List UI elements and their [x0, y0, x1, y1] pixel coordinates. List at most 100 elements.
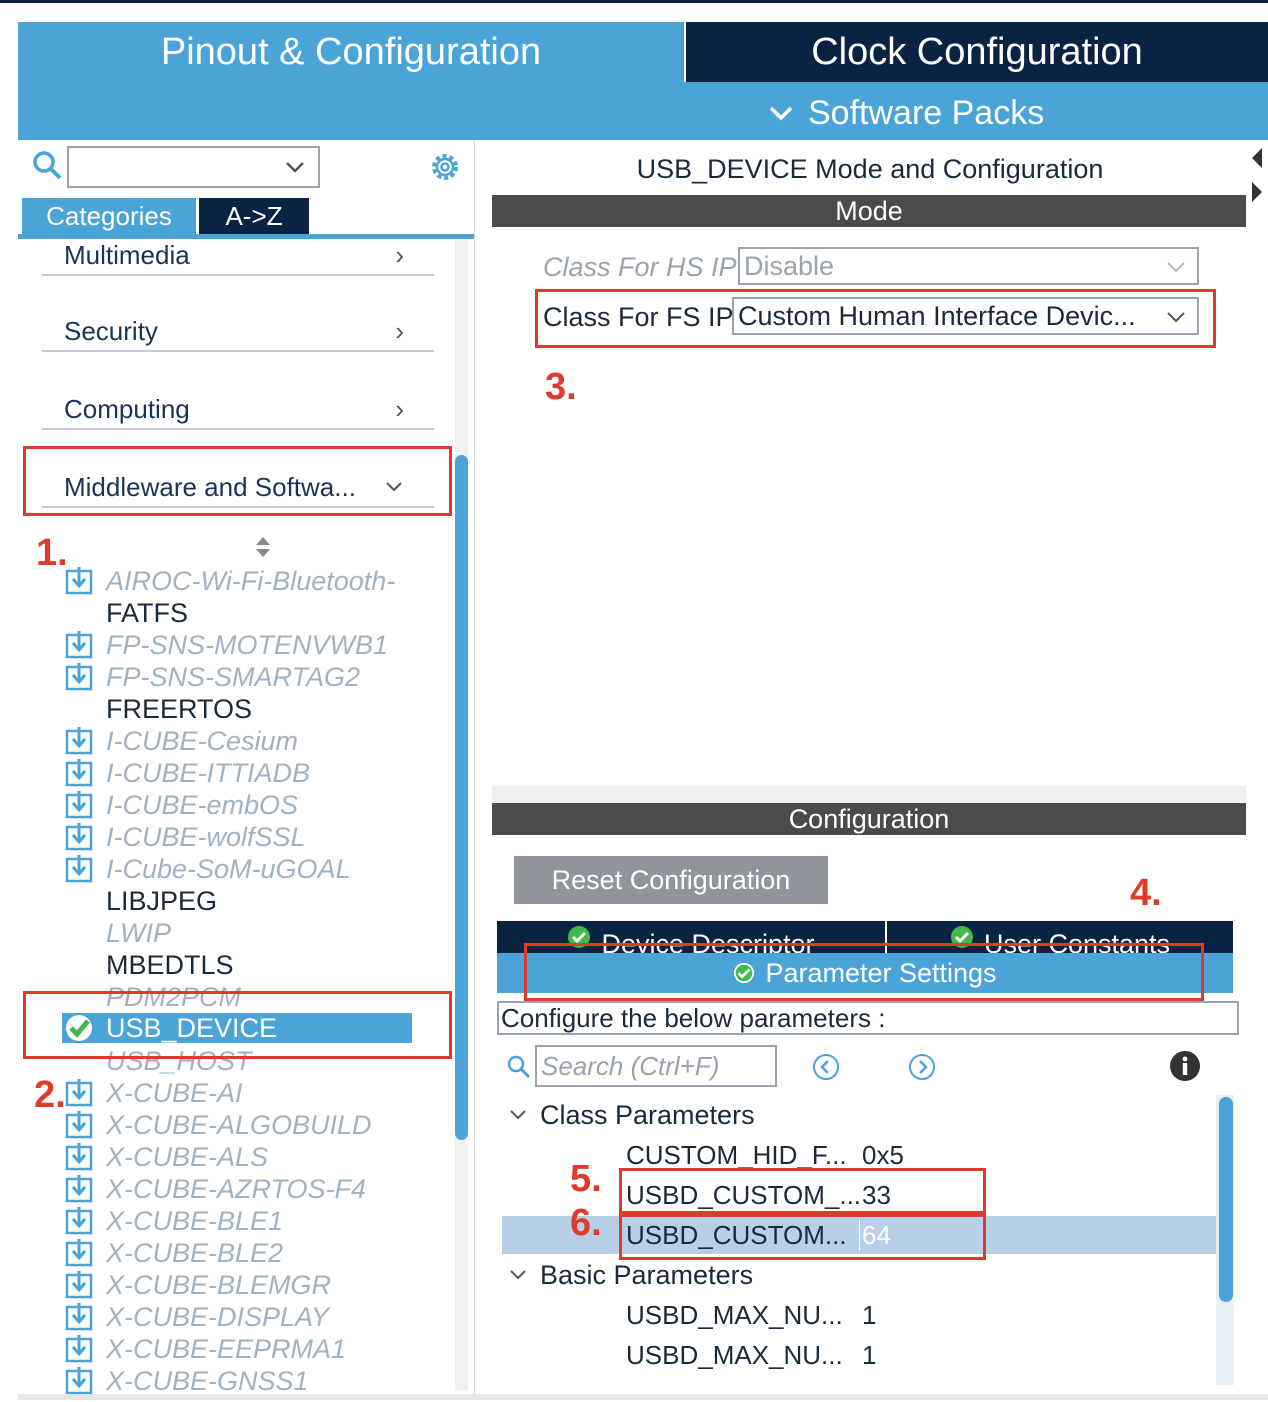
middleware-item-label: I-CUBE-Cesium: [106, 725, 299, 756]
previous-icon[interactable]: [812, 1053, 840, 1081]
middleware-item-label: I-Cube-SoM-uGOAL: [106, 853, 351, 884]
middleware-item[interactable]: X-CUBE-AZRTOS-F4: [64, 1173, 366, 1205]
middleware-item[interactable]: X-CUBE-BLE2: [64, 1237, 283, 1269]
step-5-label: 5.: [570, 1158, 602, 1200]
highlight-param-6: [619, 1214, 986, 1260]
middleware-item[interactable]: MBEDTLS: [64, 949, 234, 981]
highlight-middleware: [23, 446, 452, 516]
download-pack-icon: [65, 759, 93, 787]
search-icon: [33, 151, 62, 180]
download-pack-icon: [65, 823, 93, 851]
middleware-item-label: X-CUBE-AZRTOS-F4: [106, 1173, 367, 1204]
middleware-item-label: AIROC-Wi-Fi-Bluetooth-: [106, 565, 396, 596]
component-search-combo[interactable]: [67, 146, 320, 188]
sort-icon[interactable]: [254, 535, 272, 559]
group-label: Basic Parameters: [540, 1259, 754, 1290]
hs-class-label: Class For HS IP: [543, 252, 737, 282]
info-icon[interactable]: [1169, 1050, 1201, 1082]
param-value: 0x5: [862, 1140, 904, 1170]
middleware-item-label: I-CUBE-ITTIADB: [106, 757, 311, 788]
middleware-item-label: FREERTOS: [106, 693, 253, 724]
middleware-item[interactable]: I-Cube-SoM-uGOAL: [64, 853, 351, 885]
param-name: USBD_MAX_NU...: [626, 1300, 843, 1330]
middleware-item[interactable]: X-CUBE-AI: [64, 1077, 243, 1109]
panel-divider[interactable]: [492, 786, 1246, 802]
collapse-arrows-icon[interactable]: [1250, 146, 1262, 206]
middleware-item-label: X-CUBE-AI: [106, 1077, 243, 1108]
middleware-item[interactable]: X-CUBE-ALGOBUILD: [64, 1109, 372, 1141]
middleware-item[interactable]: FP-SNS-MOTENVWB1: [64, 629, 388, 661]
basic-parameters-group[interactable]: Basic Parameters: [508, 1258, 753, 1292]
middleware-item[interactable]: X-CUBE-GNSS1: [64, 1365, 309, 1397]
middleware-item-label: X-CUBE-GNSS1: [106, 1365, 309, 1396]
highlight-param-5: [619, 1168, 986, 1214]
step-1-label: 1.: [36, 532, 68, 574]
download-pack-icon: [65, 567, 93, 595]
download-pack-icon: [65, 1175, 93, 1203]
tab-a-to-z[interactable]: A->Z: [199, 198, 309, 234]
middleware-item[interactable]: LWIP: [64, 917, 171, 949]
category-label: Security: [64, 315, 158, 346]
middleware-item-label: FP-SNS-SMARTAG2: [106, 661, 361, 692]
configuration-header: Configuration: [492, 803, 1246, 835]
side-collapse-strip: [1248, 140, 1268, 1402]
middleware-item[interactable]: X-CUBE-EEPRMA1: [64, 1333, 346, 1365]
param-scrollbar[interactable]: [1219, 1097, 1233, 1302]
middleware-item[interactable]: LIBJPEG: [64, 885, 217, 917]
download-pack-icon: [65, 1271, 93, 1299]
gear-icon[interactable]: [428, 150, 462, 184]
category-multimedia[interactable]: Multimedia ›: [42, 236, 434, 276]
download-pack-icon: [65, 663, 93, 691]
param-row[interactable]: USBD_MAX_NU... 1: [502, 1296, 1216, 1334]
middleware-item[interactable]: FP-SNS-SMARTAG2: [64, 661, 360, 693]
download-pack-icon: [65, 1239, 93, 1267]
hs-class-value: Disable: [744, 250, 835, 281]
middleware-item-label: X-CUBE-BLEMGR: [106, 1269, 332, 1300]
search-icon: [507, 1055, 531, 1079]
param-value: 1: [862, 1340, 877, 1370]
software-packs-menu[interactable]: Software Packs: [768, 90, 1044, 136]
chevron-right-icon: ›: [395, 239, 404, 270]
hs-class-select[interactable]: Disable: [738, 247, 1199, 285]
download-pack-icon: [65, 727, 93, 755]
class-parameters-group[interactable]: Class Parameters: [508, 1098, 755, 1132]
download-pack-icon: [65, 1207, 93, 1235]
parameter-search-input[interactable]: Search (Ctrl+F): [535, 1045, 777, 1087]
highlight-usb-device: [23, 991, 452, 1059]
middleware-item[interactable]: I-CUBE-ITTIADB: [64, 757, 310, 789]
software-packs-label: Software Packs: [808, 93, 1045, 132]
middleware-item[interactable]: I-CUBE-embOS: [64, 789, 298, 821]
tab-clock-configuration[interactable]: Clock Configuration: [686, 22, 1268, 82]
middleware-item[interactable]: X-CUBE-ALS: [64, 1141, 268, 1173]
highlight-parameter-settings: [524, 943, 1204, 1001]
category-label: Computing: [64, 393, 190, 424]
chevron-down-icon: [510, 1110, 526, 1120]
chevron-down-icon: [1167, 262, 1185, 273]
middleware-item[interactable]: AIROC-Wi-Fi-Bluetooth-: [64, 565, 395, 597]
next-icon[interactable]: [908, 1053, 936, 1081]
middleware-item[interactable]: X-CUBE-DISPLAY: [64, 1301, 329, 1333]
download-pack-icon: [65, 1143, 93, 1171]
tab-pinout-configuration[interactable]: Pinout & Configuration: [18, 22, 684, 82]
middleware-item[interactable]: I-CUBE-Cesium: [64, 725, 298, 757]
reset-configuration-button[interactable]: Reset Configuration: [514, 856, 828, 904]
middleware-item-label: MBEDTLS: [106, 949, 234, 980]
category-label: Multimedia: [64, 239, 190, 270]
tab-categories[interactable]: Categories: [22, 198, 196, 234]
middleware-item[interactable]: X-CUBE-BLE1: [64, 1205, 283, 1237]
param-row[interactable]: USBD_MAX_NU... 1: [502, 1336, 1216, 1374]
category-security[interactable]: Security ›: [42, 312, 434, 352]
top-border: [0, 0, 1268, 3]
middleware-item[interactable]: FREERTOS: [64, 693, 252, 725]
middleware-item-label: I-CUBE-embOS: [106, 789, 299, 820]
group-label: Class Parameters: [540, 1099, 755, 1130]
middleware-item[interactable]: X-CUBE-BLEMGR: [64, 1269, 331, 1301]
chevron-down-icon: [286, 162, 304, 173]
middleware-item[interactable]: FATFS: [64, 597, 188, 629]
middleware-item-label: X-CUBE-ALS: [106, 1141, 269, 1172]
left-scrollbar[interactable]: [455, 455, 468, 1140]
chevron-down-icon: [510, 1270, 526, 1280]
configure-instructions: Configure the below parameters :: [497, 1001, 1239, 1035]
category-computing[interactable]: Computing ›: [42, 390, 434, 430]
middleware-item[interactable]: I-CUBE-wolfSSL: [64, 821, 306, 853]
